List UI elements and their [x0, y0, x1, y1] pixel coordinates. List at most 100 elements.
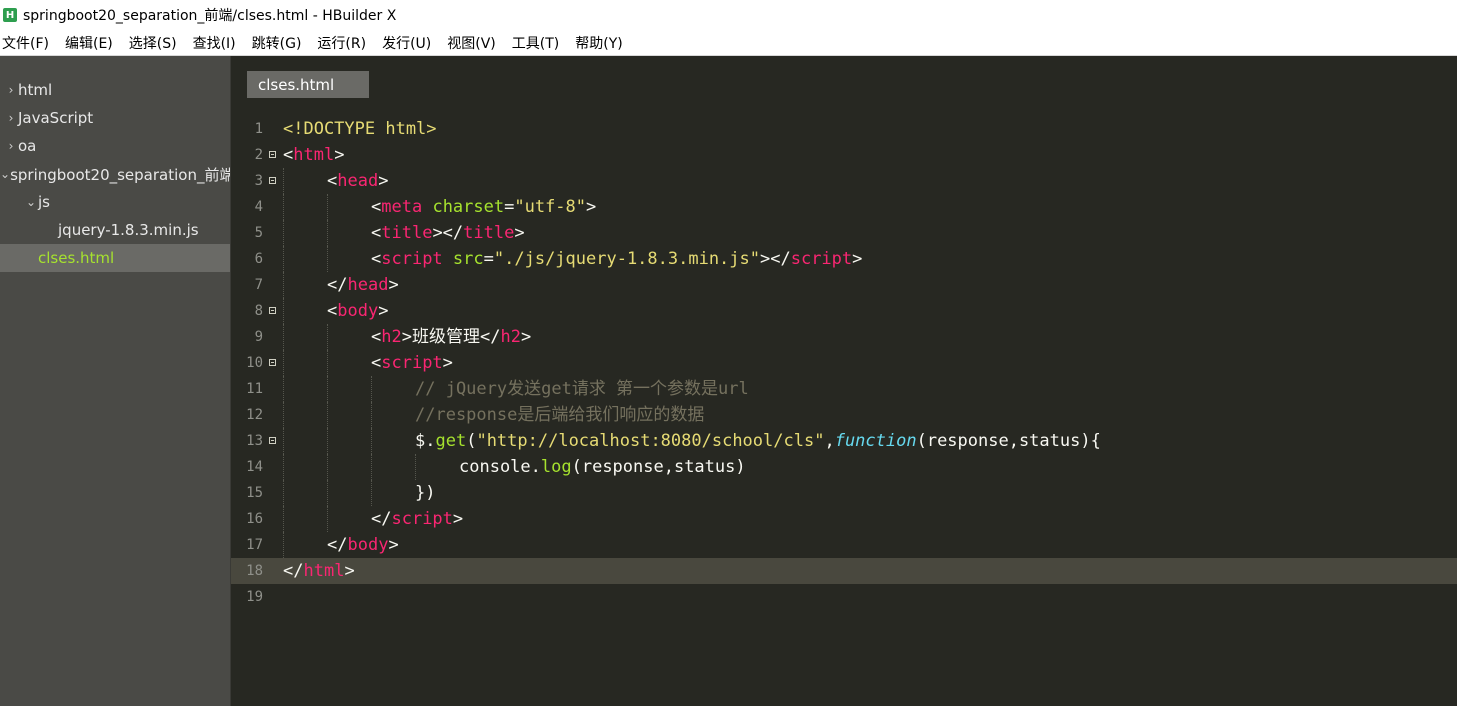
chevron-icon[interactable]: ⌄ [24, 195, 38, 209]
indent-guide [327, 480, 328, 506]
indent-guide [327, 376, 328, 402]
code-text: //response是后端给我们响应的数据 [415, 402, 704, 428]
fold-toggle-icon[interactable] [269, 437, 276, 444]
tree-item[interactable]: › oa [0, 132, 230, 160]
code-token: < [327, 301, 338, 321]
indent-guide [283, 506, 284, 532]
code-line[interactable]: 5 <title></title> [231, 220, 1457, 246]
chevron-icon[interactable]: ⌄ [0, 167, 10, 181]
code-line[interactable]: 19 [231, 584, 1457, 610]
code-text: // jQuery发送get请求 第一个参数是url [415, 376, 749, 402]
code-line[interactable]: 16 </script> [231, 506, 1457, 532]
code-token: >班级管理</ [401, 327, 501, 347]
line-number: 8 [254, 303, 263, 319]
code-token: console. [459, 457, 541, 477]
tree-item[interactable]: clses.html [0, 244, 230, 272]
menu-item[interactable]: 运行(R) [317, 33, 366, 53]
menu-item[interactable]: 发行(U) [382, 33, 431, 53]
indent-guide [283, 168, 284, 194]
tree-item-label: oa [18, 137, 37, 155]
tab-clses-html[interactable]: clses.html [247, 71, 369, 98]
code-line[interactable]: 7 </head> [231, 272, 1457, 298]
code-line[interactable]: 18 </html> [231, 558, 1457, 584]
code-line[interactable]: 3 <head> [231, 168, 1457, 194]
menu-item[interactable]: 视图(V) [447, 33, 496, 53]
tree-item[interactable]: ⌄ js [0, 188, 230, 216]
code-line[interactable]: 10 <script> [231, 350, 1457, 376]
indent-guide [371, 376, 372, 402]
code-token: $. [415, 431, 436, 451]
tree-item[interactable]: › html [0, 76, 230, 104]
code-text: <script src="./js/jquery-1.8.3.min.js"><… [371, 246, 862, 272]
indent-guide [327, 220, 328, 246]
chevron-icon[interactable]: › [4, 111, 18, 125]
code-line[interactable]: 15}) [231, 480, 1457, 506]
menu-item[interactable]: 帮助(Y) [575, 33, 622, 53]
line-number: 15 [246, 485, 263, 501]
code-token: }) [415, 483, 436, 503]
code-token: </ [327, 275, 348, 295]
code-text: $.get("http://localhost:8080/school/cls"… [415, 428, 1101, 454]
code-line[interactable]: 2 <html> [231, 142, 1457, 168]
fold-toggle-icon[interactable] [269, 307, 276, 314]
tree-item[interactable]: ⌄ springboot20_separation_前端 [0, 160, 230, 188]
code-line[interactable]: 11 // jQuery发送get请求 第一个参数是url [231, 376, 1457, 402]
indent-guide [283, 532, 284, 558]
code-text: }) [415, 480, 435, 506]
code-line[interactable]: 1 <!DOCTYPE html> [231, 116, 1457, 142]
indent-guide [415, 454, 416, 480]
menu-item[interactable]: 编辑(E) [65, 33, 113, 53]
code-line[interactable]: 9 <h2>班级管理</h2> [231, 324, 1457, 350]
code-line[interactable]: 8 <body> [231, 298, 1457, 324]
code-token: html [293, 145, 335, 165]
code-line[interactable]: 12 //response是后端给我们响应的数据 [231, 402, 1457, 428]
line-number: 14 [246, 459, 263, 475]
fold-toggle-icon[interactable] [269, 177, 276, 184]
code-line[interactable]: 17 </body> [231, 532, 1457, 558]
code-token: ></ [760, 249, 791, 269]
tree-item[interactable]: jquery-1.8.3.min.js [0, 216, 230, 244]
indent-guide [327, 324, 328, 350]
line-number: 9 [254, 329, 263, 345]
code-line[interactable]: 14 console.log(response,status) [231, 454, 1457, 480]
code-token: // jQuery发送get请求 第一个参数是url [415, 379, 749, 399]
menu-item[interactable]: 工具(T) [512, 33, 559, 53]
line-number: 7 [254, 277, 263, 293]
code-token: script [381, 249, 443, 269]
code-token: head [347, 275, 389, 295]
code-token: "./js/jquery-1.8.3.min.js" [493, 249, 760, 269]
code-text: <body> [327, 298, 388, 324]
code-line[interactable]: 6 <script src="./js/jquery-1.8.3.min.js">… [231, 246, 1457, 272]
code-token: "utf-8" [514, 197, 587, 217]
code-text: <html> [283, 142, 344, 168]
code-token: charset [432, 197, 505, 217]
window-title: springboot20_separation_前端/clses.html - … [23, 8, 397, 24]
code-token: < [371, 197, 382, 217]
menu-item[interactable]: 跳转(G) [252, 33, 302, 53]
code-editor[interactable]: clses.html 1 <!DOCTYPE html> 2 <html> 3 <head… [231, 56, 1457, 706]
code-token: < [371, 353, 382, 373]
indent-guide [283, 480, 284, 506]
line-number: 13 [246, 433, 263, 449]
code-token: title [381, 223, 433, 243]
code-token: get [435, 431, 467, 451]
code-token: < [371, 249, 382, 269]
line-number: 18 [246, 563, 263, 579]
code-token: > [334, 145, 345, 165]
code-line[interactable]: 13 $.get("http://localhost:8080/school/cl… [231, 428, 1457, 454]
code-line[interactable]: 4 <meta charset="utf-8"> [231, 194, 1457, 220]
menu-item[interactable]: 选择(S) [129, 33, 177, 53]
menu-item[interactable]: 查找(I) [193, 33, 236, 53]
menu-item[interactable]: 文件(F) [2, 33, 49, 53]
code-text: </head> [327, 272, 399, 298]
line-number: 12 [246, 407, 263, 423]
chevron-icon[interactable]: › [4, 139, 18, 153]
fold-toggle-icon[interactable] [269, 359, 276, 366]
tree-item[interactable]: › JavaScript [0, 104, 230, 132]
fold-toggle-icon[interactable] [269, 151, 276, 158]
code-token: log [540, 457, 572, 477]
indent-guide [327, 350, 328, 376]
chevron-icon[interactable]: › [4, 83, 18, 97]
code-token: > [520, 327, 532, 347]
code-area[interactable]: 1 <!DOCTYPE html> 2 <html> 3 <head> 4 <meta cha… [231, 116, 1457, 610]
